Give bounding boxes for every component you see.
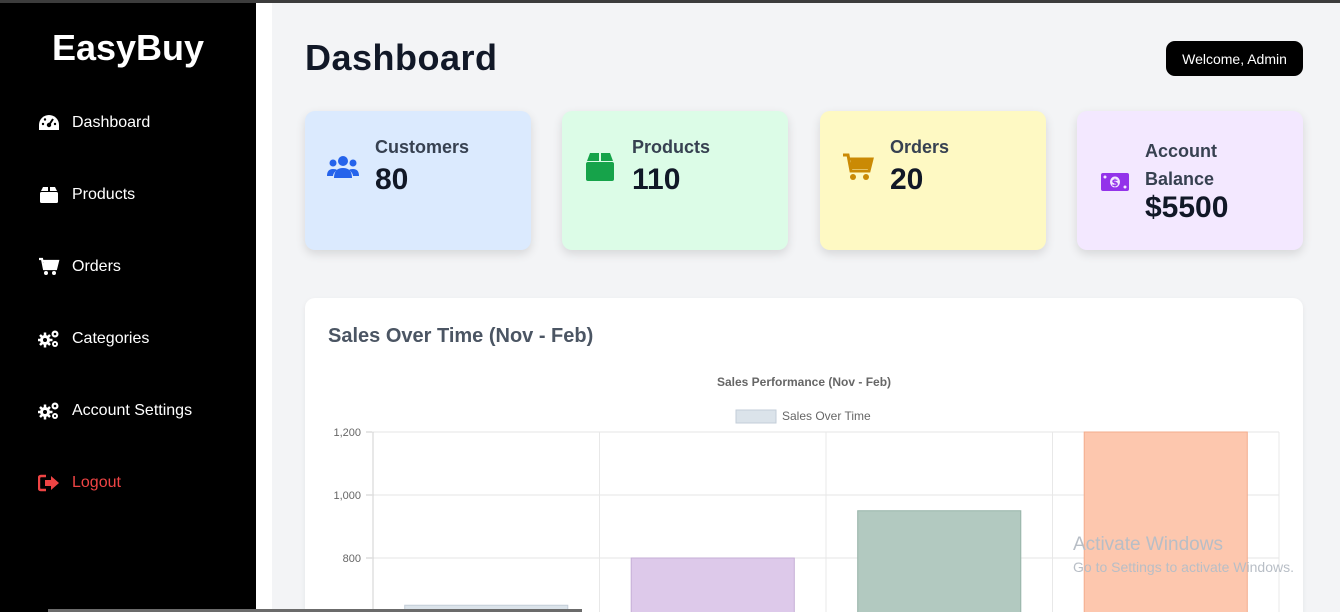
- users-icon: [327, 151, 359, 183]
- chart-title: Sales Performance (Nov - Feb): [717, 375, 891, 389]
- gears-icon: [38, 401, 60, 421]
- sidebar-item-label: Dashboard: [72, 114, 151, 131]
- card-label: Account Balance: [1145, 141, 1217, 189]
- sidebar-item-categories[interactable]: Categories: [38, 325, 149, 353]
- sidebar: EasyBuy Dashboard Products Orders Catego…: [0, 3, 256, 612]
- sidebar-item-account-settings[interactable]: Account Settings: [38, 397, 192, 425]
- window-top-border: [0, 0, 1340, 3]
- stat-card-account-balance: $ Account Balance $5500: [1077, 111, 1303, 250]
- bar-jan[interactable]: [857, 510, 1022, 612]
- sidebar-item-label: Categories: [72, 330, 150, 347]
- main-content: Dashboard Welcome, Admin Customers 80 Pr…: [272, 3, 1340, 612]
- card-label: Customers: [375, 137, 470, 157]
- legend-label[interactable]: Sales Over Time: [782, 409, 871, 423]
- y-tick-label: 800: [343, 553, 361, 565]
- card-value: 80: [375, 163, 409, 196]
- sidebar-item-label: Logout: [72, 474, 121, 491]
- y-tick-label: 1,200: [333, 427, 361, 439]
- bar-dec[interactable]: [630, 557, 795, 612]
- bar-feb[interactable]: [1083, 431, 1248, 612]
- stat-card-products: Products 110: [562, 111, 788, 250]
- legend-swatch[interactable]: [735, 409, 777, 424]
- gears-icon: [38, 329, 60, 349]
- card-value: 20: [890, 163, 924, 196]
- box-icon: [38, 185, 60, 205]
- y-tick-label: 1,000: [333, 490, 361, 502]
- sidebar-item-orders[interactable]: Orders: [38, 253, 121, 281]
- activate-windows-title: Activate Windows: [1073, 534, 1223, 555]
- page-title: Dashboard: [305, 37, 498, 78]
- stat-card-orders: Orders 20: [820, 111, 1046, 250]
- cart-icon: [842, 151, 874, 183]
- stat-card-customers: Customers 80: [305, 111, 531, 250]
- welcome-badge[interactable]: Welcome, Admin: [1166, 41, 1303, 76]
- cart-icon: [38, 257, 60, 277]
- sidebar-item-label: Account Settings: [72, 402, 193, 419]
- activate-windows-subtitle: Go to Settings to activate Windows.: [1073, 559, 1294, 575]
- sidebar-item-label: Products: [72, 186, 136, 203]
- svg-text:$: $: [1112, 178, 1119, 189]
- logout-icon: [38, 473, 60, 493]
- card-label: Products: [632, 137, 711, 157]
- sidebar-item-products[interactable]: Products: [38, 181, 135, 209]
- card-value: 110: [632, 163, 681, 196]
- box-icon: [584, 151, 616, 183]
- money-icon: $: [1099, 166, 1131, 198]
- brand-logo: EasyBuy: [51, 27, 205, 68]
- card-value: $5500: [1145, 191, 1229, 224]
- sidebar-item-dashboard[interactable]: Dashboard: [38, 109, 150, 137]
- sidebar-item-logout[interactable]: Logout: [38, 469, 121, 497]
- sidebar-item-label: Orders: [72, 258, 121, 275]
- sidebar-gutter: [256, 3, 272, 612]
- gauge-icon: [38, 113, 60, 133]
- card-label: Orders: [890, 137, 950, 157]
